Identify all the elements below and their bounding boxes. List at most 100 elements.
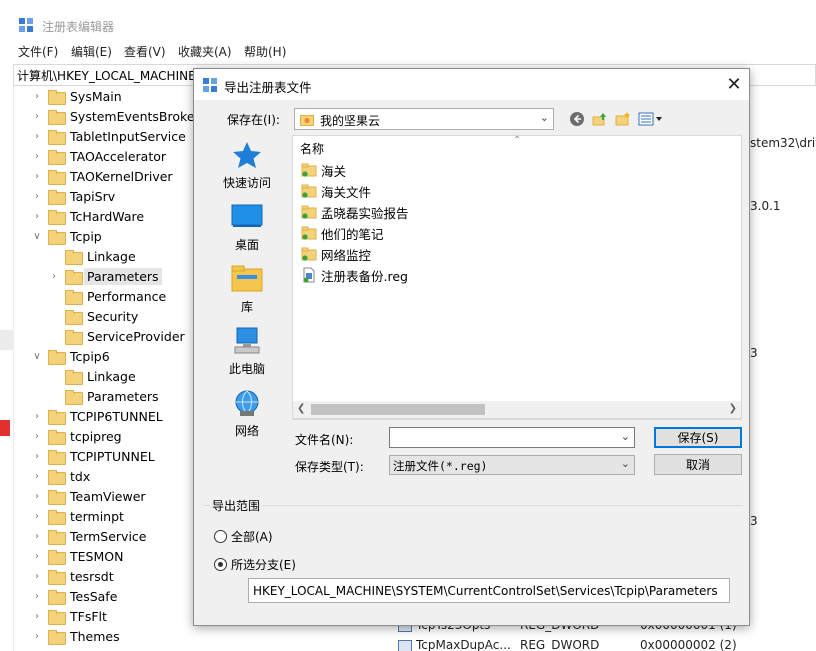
- value-row[interactable]: TcpMaxDupAc... REG_DWORD 0x00000002 (2): [398, 638, 737, 651]
- chevron-down-icon[interactable]: ⌄: [621, 430, 630, 443]
- file-list-item[interactable]: 海关文件: [301, 181, 371, 201]
- branch-path-field[interactable]: HKEY_LOCAL_MACHINE\SYSTEM\CurrentControl…: [248, 578, 730, 603]
- place-libraries[interactable]: 库: [203, 261, 291, 319]
- tree-item[interactable]: ›Parameters: [49, 266, 162, 286]
- place-label: 桌面: [234, 238, 259, 252]
- close-button[interactable]: ✕: [719, 69, 749, 100]
- chevron-right-icon[interactable]: ›: [32, 106, 42, 126]
- chevron-right-icon[interactable]: ›: [32, 566, 42, 586]
- radio-branch-button[interactable]: [214, 557, 227, 571]
- menu-favorites[interactable]: 收藏夹(A): [178, 43, 232, 60]
- chevron-right-icon[interactable]: ›: [32, 606, 42, 626]
- chevron-right-icon[interactable]: ›: [32, 626, 42, 646]
- radio-all-button[interactable]: [214, 529, 227, 543]
- chevron-right-icon[interactable]: ›: [32, 526, 42, 546]
- folder-icon: [48, 89, 66, 105]
- chevron-right-icon[interactable]: ›: [32, 466, 42, 486]
- tree-item[interactable]: ∨ Tcpip6: [32, 346, 110, 366]
- tree-item-label: Linkage: [87, 368, 136, 384]
- tree-item[interactable]: › SystemEventsBroker: [32, 106, 200, 126]
- file-list-item[interactable]: 注册表备份.reg: [301, 265, 408, 285]
- chevron-right-icon[interactable]: ›: [32, 186, 42, 206]
- filename-field[interactable]: ⌄: [389, 427, 635, 448]
- chevron-right-icon[interactable]: ›: [32, 586, 42, 606]
- tree-item[interactable]: › Themes: [32, 626, 120, 646]
- chevron-right-icon[interactable]: ›: [32, 86, 42, 106]
- place-quick-access[interactable]: 快速访问: [203, 137, 291, 195]
- filename-input[interactable]: [393, 430, 613, 445]
- tree-item[interactable]: › tdx: [32, 466, 90, 486]
- up-folder-button[interactable]: [591, 109, 609, 129]
- chevron-right-icon[interactable]: ›: [32, 146, 42, 166]
- view-menu-button[interactable]: [637, 109, 665, 129]
- tree-item[interactable]: › TESMON: [32, 546, 123, 566]
- tree-item-label: TCPIP6TUNNEL: [70, 408, 163, 424]
- radio-all[interactable]: 全部(A): [214, 527, 273, 545]
- chevron-right-icon[interactable]: ›: [32, 546, 42, 566]
- radio-selected-branch[interactable]: 所选分支(E): [214, 555, 296, 573]
- tree-item[interactable]: ›ServiceProvider: [49, 326, 185, 346]
- save-button[interactable]: 保存(S): [654, 427, 742, 448]
- back-button[interactable]: [568, 109, 586, 129]
- tree-item[interactable]: › TAOAccelerator: [32, 146, 166, 166]
- nutstore-folder-icon: [300, 115, 314, 126]
- tree-item[interactable]: › TCPIPTUNNEL: [32, 446, 155, 466]
- file-list-item[interactable]: 他们的笔记: [301, 223, 384, 243]
- chevron-right-icon[interactable]: ›: [49, 266, 59, 286]
- tree-item[interactable]: ∨ Tcpip: [32, 226, 102, 246]
- tree-item[interactable]: › TFsFlt: [32, 606, 107, 626]
- tree-item[interactable]: › TCPIP6TUNNEL: [32, 406, 163, 426]
- column-header-name[interactable]: 名称: [300, 140, 324, 157]
- save-in-dropdown[interactable]: 我的坚果云 ⌄: [294, 108, 554, 130]
- tree-item[interactable]: ›Linkage: [49, 366, 136, 386]
- tree-item[interactable]: › TermService: [32, 526, 147, 546]
- scrollbar-thumb[interactable]: [311, 404, 485, 415]
- chevron-down-icon[interactable]: ∨: [32, 346, 42, 366]
- place-desktop[interactable]: 桌面: [203, 199, 291, 257]
- chevron-down-icon[interactable]: ∨: [32, 226, 42, 246]
- cancel-button[interactable]: 取消: [654, 454, 742, 475]
- tree-item[interactable]: › TabletInputService: [32, 126, 186, 146]
- new-folder-button[interactable]: [614, 109, 632, 129]
- tree-item[interactable]: › tcpipreg: [32, 426, 122, 446]
- tree-item-label: Tcpip: [70, 228, 102, 244]
- horizontal-scrollbar[interactable]: ❮ ❯: [292, 401, 742, 419]
- menu-help[interactable]: 帮助(H): [244, 43, 286, 60]
- chevron-right-icon[interactable]: ›: [32, 446, 42, 466]
- tree-item[interactable]: › TcHardWare: [32, 206, 144, 226]
- tree-item[interactable]: › SysMain: [32, 86, 122, 106]
- file-list-item[interactable]: 海关: [301, 160, 346, 180]
- file-list-item[interactable]: 网络监控: [301, 244, 371, 264]
- chevron-right-icon[interactable]: ›: [32, 126, 42, 146]
- chevron-right-icon[interactable]: ›: [32, 426, 42, 446]
- chevron-right-icon[interactable]: ›: [32, 206, 42, 226]
- sync-folder-icon: [301, 163, 317, 177]
- file-name: 他们的笔记: [321, 226, 384, 242]
- menu-view[interactable]: 查看(V): [124, 43, 166, 60]
- folder-icon: [65, 269, 83, 285]
- scroll-left-icon[interactable]: ❮: [297, 403, 305, 414]
- filename-label: 文件名(N):: [295, 433, 354, 447]
- tree-item[interactable]: › terminpt: [32, 506, 124, 526]
- tree-item[interactable]: ›Performance: [49, 286, 166, 306]
- tree-item[interactable]: › TAOKernelDriver: [32, 166, 173, 186]
- tree-item[interactable]: › TapiSrv: [32, 186, 115, 206]
- tree-item[interactable]: › TeamViewer: [32, 486, 146, 506]
- scroll-right-icon[interactable]: ❯: [729, 403, 737, 414]
- tree-item[interactable]: ›Linkage: [49, 246, 136, 266]
- tree-item[interactable]: › tesrsdt: [32, 566, 114, 586]
- chevron-right-icon[interactable]: ›: [32, 166, 42, 186]
- chevron-right-icon[interactable]: ›: [32, 506, 42, 526]
- tree-item[interactable]: ›Parameters: [49, 386, 159, 406]
- chevron-right-icon[interactable]: ›: [32, 486, 42, 506]
- chevron-right-icon[interactable]: ›: [32, 406, 42, 426]
- menu-edit[interactable]: 编辑(E): [71, 43, 112, 60]
- folder-icon: [48, 169, 66, 185]
- filetype-dropdown[interactable]: 注册文件(*.reg) ⌄: [389, 455, 635, 475]
- place-network[interactable]: 网络: [203, 385, 291, 443]
- menu-file[interactable]: 文件(F): [18, 43, 58, 60]
- file-list-item[interactable]: 孟晓磊实验报告: [301, 202, 409, 222]
- tree-item[interactable]: › TesSafe: [32, 586, 117, 606]
- tree-item[interactable]: ›Security: [49, 306, 138, 326]
- place-this-pc[interactable]: 此电脑: [203, 323, 291, 381]
